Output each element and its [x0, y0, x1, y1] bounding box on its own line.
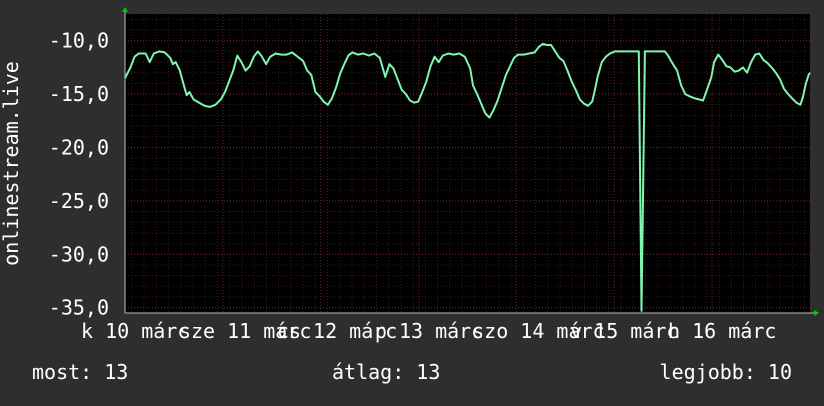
x-tick-label: k 10 márc — [81, 319, 189, 343]
y-tick-label: -20,0 — [49, 135, 109, 159]
x-tick-label: v 15 márc — [570, 319, 678, 343]
chart: -10,0 -15,0 -20,0 -25,0 -30,0 -35,0 k 10 márc s… — [0, 0, 824, 402]
x-tick-label: p 13 márc — [375, 319, 483, 343]
chart-svg: -10,0-15,0-20,0-25,0-30,0-35,0k 10 márcs… — [0, 7, 819, 343]
y-tick-label: -30,0 — [49, 242, 109, 266]
stat-average: átlag: 13 — [332, 360, 441, 384]
x-axis-arrow — [814, 310, 819, 316]
stat-current: most: 13 — [32, 360, 129, 384]
y-axis-label: onlinestream.live — [0, 61, 23, 266]
y-tick-label: -25,0 — [49, 189, 109, 213]
stat-best: legjobb: 10 — [659, 360, 792, 384]
y-tick-label: -35,0 — [49, 296, 109, 320]
y-tick-label: -15,0 — [49, 82, 109, 106]
x-tick-label: h 16 márc — [668, 319, 776, 343]
plot-area — [125, 14, 810, 313]
y-tick-label: -10,0 — [49, 29, 109, 53]
stats-bar: most: 13 átlag: 13 legjobb: 10 — [0, 360, 824, 390]
y-axis-arrow — [122, 7, 128, 12]
